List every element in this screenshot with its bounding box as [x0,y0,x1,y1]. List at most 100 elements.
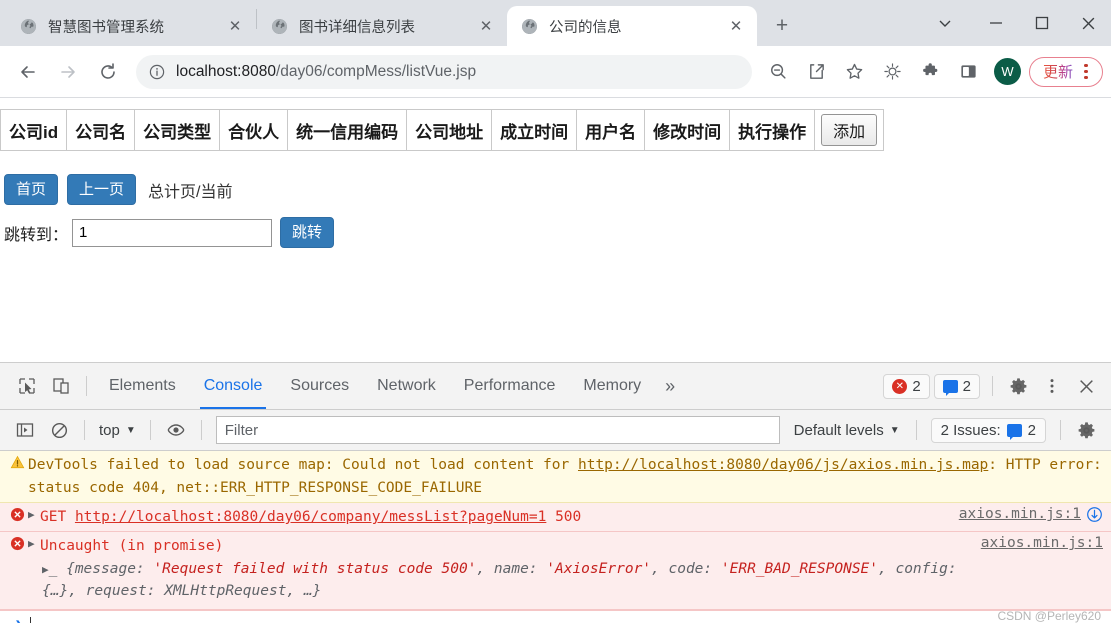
log-levels-label: Default levels [793,421,884,439]
source-map-link[interactable]: http://localhost:8080/day06/js/axios.min… [578,457,988,473]
browser-tab-1[interactable]: 智慧图书管理系统 ✕ [6,6,256,46]
maximize-icon[interactable] [1019,0,1065,46]
jump-label: 跳转到： [4,226,69,244]
console-sidebar-icon[interactable] [8,413,42,447]
pagination-row-jump: 跳转到： 跳转 [4,217,1111,248]
side-panel-icon[interactable] [953,56,985,88]
expand-arrow-icon[interactable]: ▶ [42,563,49,576]
globe-icon [20,18,37,35]
forward-icon[interactable] [50,54,86,90]
jump-button[interactable]: 跳转 [280,217,335,248]
preview-name-key: , name: [476,560,547,577]
context-label: top [99,421,120,439]
tab-memory[interactable]: Memory [569,363,655,409]
prev-page-button[interactable]: 上一页 [67,174,137,205]
globe-icon [521,18,538,35]
avatar[interactable]: W [993,58,1021,85]
message-bubble-icon [1006,423,1022,440]
expand-arrow-icon[interactable]: ▶ [28,506,40,528]
console-message-warning[interactable]: DevTools failed to load source map: Coul… [0,451,1111,503]
filter-input[interactable]: Filter [215,416,780,445]
open-in-network-panel-icon[interactable] [1086,506,1103,523]
browser-window: 智慧图书管理系统 ✕ 图书详细信息列表 ✕ 公司的信息 ✕ + localhos… [0,0,1111,623]
pagination-row-top: 首页 上一页 总计页/当前 [4,174,1111,205]
log-levels-selector[interactable]: Default levels ▼ [786,422,908,439]
share-icon[interactable] [801,56,833,88]
puzzle-icon[interactable] [915,56,947,88]
address-bar[interactable]: localhost:8080/day06/compMess/listVue.js… [136,54,752,89]
console-source: axios.min.js:1 [971,535,1103,602]
close-icon[interactable] [1069,369,1103,403]
globe-icon [271,18,288,35]
close-icon[interactable] [1065,0,1111,46]
new-tab-button[interactable]: + [767,11,797,41]
close-icon[interactable]: ✕ [475,15,497,37]
url-host: localhost:8080 [176,62,276,80]
context-selector[interactable]: top ▼ [93,422,142,439]
live-expression-eye-icon[interactable] [159,413,193,447]
tab-sources[interactable]: Sources [276,363,363,409]
tab-elements[interactable]: Elements [95,363,190,409]
back-icon[interactable] [10,54,46,90]
table-header-row: 公司id 公司名 公司类型 合伙人 统一信用编码 公司地址 成立时间 用户名 修… [0,109,885,151]
preview-message: 'Request failed with status code 500' [153,560,477,577]
table-head: 公司id 公司名 公司类型 合伙人 统一信用编码 公司地址 成立时间 用户名 修… [0,109,885,151]
gear-icon[interactable] [1069,413,1103,447]
device-toolbar-icon[interactable] [44,369,78,403]
object-preview-row[interactable]: ▶_ {message: 'Request failed with status… [40,558,971,603]
expand-arrow-icon[interactable]: ▶ [28,535,40,602]
tab-console[interactable]: Console [190,363,277,409]
issues-button[interactable]: 2 Issues: 2 [930,417,1046,443]
message-count-pill[interactable]: 2 [933,373,980,399]
chevron-down-icon: ▼ [889,424,900,436]
extension-spider-icon[interactable] [877,56,909,88]
col-company-id: 公司id [0,109,68,151]
kebab-menu-icon[interactable] [1035,369,1069,403]
preview-name: 'AxiosError' [546,560,652,577]
request-url-link[interactable]: http://localhost:8080/day06/company/mess… [75,509,546,525]
toolbar-divider [149,420,151,441]
console-source: axios.min.js:1 [949,506,1103,528]
first-page-button[interactable]: 首页 [4,174,59,205]
browser-tab-2[interactable]: 图书详细信息列表 ✕ [257,6,507,46]
source-link[interactable]: axios.min.js:1 [959,506,1081,522]
reload-icon[interactable] [90,54,126,90]
more-tabs-icon[interactable]: » [655,363,685,409]
inspect-cursor-icon[interactable] [10,369,44,403]
browser-tab-3-active[interactable]: 公司的信息 ✕ [507,6,757,46]
jump-input[interactable] [72,218,273,247]
toolbar-divider [200,420,202,441]
issues-label: 2 Issues: [940,421,1001,439]
console-message-error-get[interactable]: ▶ GET http://localhost:8080/day06/compan… [0,503,1111,533]
col-add-cell: 添加 [814,109,885,151]
source-link[interactable]: axios.min.js:1 [981,535,1103,551]
url-text: localhost:8080/day06/compMess/listVue.js… [176,63,476,81]
chevron-down-icon[interactable] [917,0,973,46]
warning-text-part1: DevTools failed to load source map: Coul… [28,457,578,474]
console-message-error-uncaught[interactable]: ▶ Uncaught (in promise) ▶_ {message: 'Re… [0,532,1111,610]
update-button[interactable]: 更新 [1028,56,1103,87]
status-code: 500 [555,509,582,525]
gear-icon[interactable] [1001,369,1035,403]
zoom-out-icon[interactable] [763,56,795,88]
close-icon[interactable]: ✕ [725,15,747,37]
kebab-menu-icon[interactable] [1076,64,1096,79]
clear-console-icon[interactable] [42,413,76,447]
tab-network[interactable]: Network [363,363,450,409]
info-circle-icon[interactable] [148,63,166,81]
col-company-name: 公司名 [66,109,136,151]
message-bubble-icon [942,379,958,396]
col-modify-time: 修改时间 [644,109,731,151]
tab-performance[interactable]: Performance [450,363,570,409]
minimize-icon[interactable] [973,0,1019,46]
col-company-type: 公司类型 [134,109,221,151]
star-icon[interactable] [839,56,871,88]
error-count: 2 [912,377,921,395]
console-prompt[interactable]: ❯ [0,609,1111,623]
console-error-text: GET http://localhost:8080/day06/company/… [40,506,949,528]
close-icon[interactable]: ✕ [224,15,246,37]
toolbar-divider [915,420,917,441]
uncaught-title: Uncaught (in promise) [40,538,224,555]
error-count-pill[interactable]: ✕ 2 [883,373,930,399]
add-button[interactable]: 添加 [821,114,878,146]
